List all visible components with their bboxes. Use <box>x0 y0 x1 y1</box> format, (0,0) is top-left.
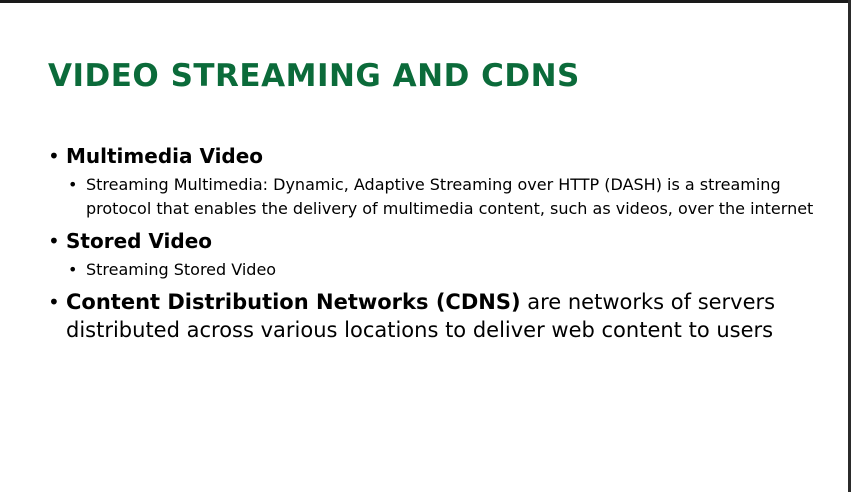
bullet-dot: • <box>48 290 60 314</box>
sub-bullet-dash: • Streaming Multimedia: Dynamic, Adaptiv… <box>68 173 828 221</box>
bullet-dot: • <box>48 144 60 168</box>
slide-title: VIDEO STREAMING AND CDNS <box>48 58 580 94</box>
sub-bullet-text: Streaming Stored Video <box>86 260 277 279</box>
top-border <box>0 0 851 3</box>
bullet-cdns: • Content Distribution Networks (CDNS) a… <box>48 288 828 344</box>
sub-bullet-text: Streaming Multimedia: Dynamic, Adaptive … <box>86 175 814 218</box>
bullet-heading: Multimedia Video <box>66 144 264 168</box>
bullet-multimedia-video: • Multimedia Video <box>48 142 828 170</box>
bullet-heading: Content Distribution Networks (CDNS) <box>66 290 521 314</box>
sub-bullet-streaming-stored-video: • Streaming Stored Video <box>68 258 828 282</box>
slide-content: • Multimedia Video • Streaming Multimedi… <box>48 142 828 344</box>
bullet-dot: • <box>48 229 60 253</box>
bullet-heading: Stored Video <box>66 229 213 253</box>
bullet-stored-video: • Stored Video <box>48 227 828 255</box>
sub-bullet-dot: • <box>68 175 78 194</box>
sub-bullet-dot: • <box>68 260 78 279</box>
